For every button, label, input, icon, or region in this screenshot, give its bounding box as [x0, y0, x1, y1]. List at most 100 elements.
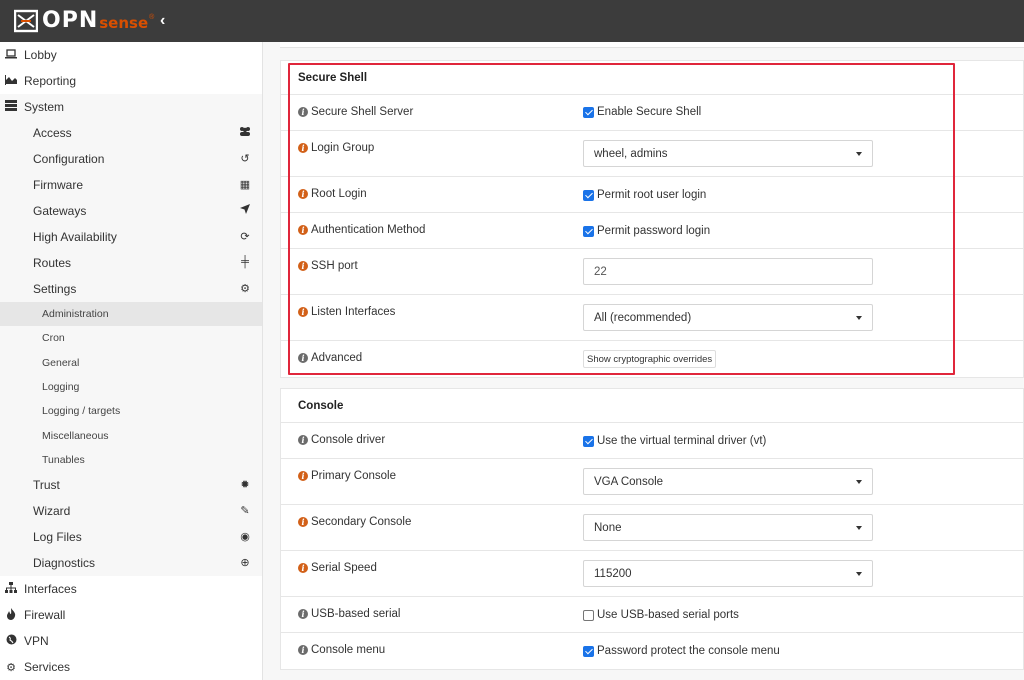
sidebar-item-general[interactable]: General [0, 350, 262, 375]
sidebar-item-firewall[interactable]: Firewall [0, 602, 262, 628]
advanced-row: i Advanced Show cryptographic overrides [281, 341, 1023, 377]
info-icon[interactable]: i [298, 107, 308, 117]
caret-down-icon [856, 152, 862, 156]
sidebar-item-settings[interactable]: Settings ⚙ [0, 276, 262, 302]
checkbox-label: Use USB-based serial ports [597, 609, 739, 621]
authentication-method-row: i Authentication Method Permit password l… [281, 213, 1023, 249]
collapse-sidebar-chevron-icon[interactable]: ‹ [160, 12, 174, 30]
secure-shell-server-row: i Secure Shell Server Enable Secure Shell [281, 95, 1023, 131]
fire-icon [4, 607, 18, 623]
info-icon[interactable]: i [298, 225, 308, 235]
cogs-icon: ⚙ [240, 283, 250, 295]
secure-shell-panel: Secure Shell i Secure Shell Server Enable… [280, 60, 1024, 378]
checkbox-checked[interactable] [583, 225, 594, 237]
info-icon[interactable]: i [298, 609, 308, 619]
medkit-icon: ⊕ [240, 557, 250, 570]
login-group-select[interactable]: wheel, admins [583, 140, 873, 167]
field-label: Console menu [311, 644, 386, 656]
sidebar-item-logging[interactable]: Logging [0, 374, 262, 400]
permit-root-login-checkbox[interactable]: Permit root user login [583, 189, 706, 201]
sidebar-item-gateways[interactable]: Gateways [0, 198, 262, 224]
sidebar-item-high-availability[interactable]: High Availability ⟳ [0, 224, 262, 250]
usb-serial-checkbox[interactable]: Use USB-based serial ports [583, 609, 739, 621]
sidebar-item-label: Access [33, 126, 72, 140]
info-icon[interactable]: i [298, 353, 308, 363]
sidebar-item-interfaces[interactable]: Interfaces [0, 576, 262, 602]
checkbox-label: Permit root user login [597, 189, 707, 201]
sidebar-item-label: Reporting [24, 74, 77, 88]
enable-secure-shell-checkbox[interactable]: Enable Secure Shell [583, 106, 701, 118]
sidebar-item-system[interactable]: System [0, 94, 262, 120]
checkbox-label: Permit password login [597, 225, 711, 237]
sidebar-item-routes[interactable]: Routes ╪ [0, 250, 262, 276]
info-icon[interactable]: i [298, 307, 308, 317]
checkbox-checked[interactable] [583, 189, 594, 201]
select-value: wheel, admins [594, 147, 668, 160]
sidebar-item-label: VPN [24, 634, 49, 649]
sidebar-item-reporting[interactable]: Reporting [0, 68, 262, 94]
sidebar-item-log-files[interactable]: Log Files ◉ [0, 524, 262, 551]
sidebar-item-miscellaneous[interactable]: Miscellaneous [0, 423, 262, 448]
panel-title: Secure Shell [281, 61, 1023, 95]
console-menu-checkbox[interactable]: Password protect the console menu [583, 645, 780, 657]
field-label: Advanced [311, 352, 363, 364]
info-icon[interactable]: i [298, 435, 308, 445]
checkbox-unchecked[interactable] [583, 609, 594, 621]
sidebar-item-cron[interactable]: Cron [0, 326, 262, 351]
secondary-console-select[interactable]: None [583, 514, 873, 541]
sidebar-item-access[interactable]: Access [0, 120, 262, 146]
info-icon[interactable]: i [298, 471, 308, 481]
location-arrow-icon [238, 204, 252, 217]
sidebar-item-firmware[interactable]: Firmware ▦ [0, 172, 262, 198]
caret-down-icon [856, 526, 862, 530]
top-navbar: OPN sense ® ‹ [0, 0, 1024, 42]
permit-password-login-checkbox[interactable]: Permit password login [583, 225, 710, 237]
sidebar-item-label: Firewall [24, 608, 66, 623]
console-panel: Console i Console driver Use the virtual … [280, 388, 1024, 670]
logo-mark-icon [14, 9, 38, 33]
sidebar-item-services[interactable]: ⚙ Services [0, 654, 262, 680]
info-icon[interactable]: i [298, 143, 308, 153]
sidebar-item-label: System [24, 100, 65, 114]
show-cryptographic-overrides-button[interactable]: Show cryptographic overrides [583, 350, 717, 368]
sidebar-item-diagnostics[interactable]: Diagnostics ⊕ [0, 550, 262, 577]
sidebar-item-trust[interactable]: Trust ✹ [0, 472, 262, 499]
primary-console-select[interactable]: VGA Console [583, 468, 873, 495]
console-menu-row: i Console menu Password protect the conso… [281, 633, 1023, 669]
listen-interfaces-select[interactable]: All (recommended) [583, 304, 873, 331]
caret-down-icon [856, 316, 862, 320]
opnsense-logo[interactable]: OPN sense ® [14, 8, 154, 34]
info-icon[interactable]: i [298, 517, 308, 527]
sidebar-item-logging-targets[interactable]: Logging / targets [0, 399, 262, 424]
certificate-icon: ✹ [240, 479, 250, 492]
laptop-icon [4, 48, 18, 62]
secondary-console-row: i Secondary Console None [281, 505, 1023, 551]
sidebar-item-administration[interactable]: Administration [0, 302, 262, 327]
field-label: SSH port [311, 260, 358, 272]
ssh-port-input[interactable]: 22 [583, 258, 873, 285]
sidebar-item-vpn[interactable]: VPN [0, 628, 262, 654]
info-icon[interactable]: i [298, 189, 308, 199]
listen-interfaces-row: i Listen Interfaces All (recommended) [281, 295, 1023, 341]
caret-down-icon [856, 572, 862, 576]
checkbox-label: Enable Secure Shell [597, 106, 702, 118]
info-icon[interactable]: i [298, 645, 308, 655]
field-label: Authentication Method [311, 224, 426, 236]
info-icon[interactable]: i [298, 563, 308, 573]
checkbox-checked[interactable] [583, 106, 594, 118]
serial-speed-select[interactable]: 115200 [583, 560, 873, 587]
console-driver-row: i Console driver Use the virtual terminal… [281, 423, 1023, 459]
sidebar-item-tunables[interactable]: Tunables [0, 447, 262, 473]
server-icon [4, 100, 18, 114]
sidebar-item-wizard[interactable]: Wizard ✎ [0, 498, 262, 525]
checkbox-checked[interactable] [583, 435, 594, 447]
console-driver-checkbox[interactable]: Use the virtual terminal driver (vt) [583, 435, 766, 447]
caret-down-icon [856, 480, 862, 484]
select-value: 115200 [594, 567, 632, 580]
sidebar-item-label: Firmware [33, 178, 83, 192]
info-icon[interactable]: i [298, 261, 308, 271]
sidebar-item-lobby[interactable]: Lobby [0, 42, 262, 68]
cog-icon: ⚙ [6, 661, 16, 674]
sidebar-item-configuration[interactable]: Configuration ↺ [0, 146, 262, 172]
checkbox-checked[interactable] [583, 645, 594, 657]
